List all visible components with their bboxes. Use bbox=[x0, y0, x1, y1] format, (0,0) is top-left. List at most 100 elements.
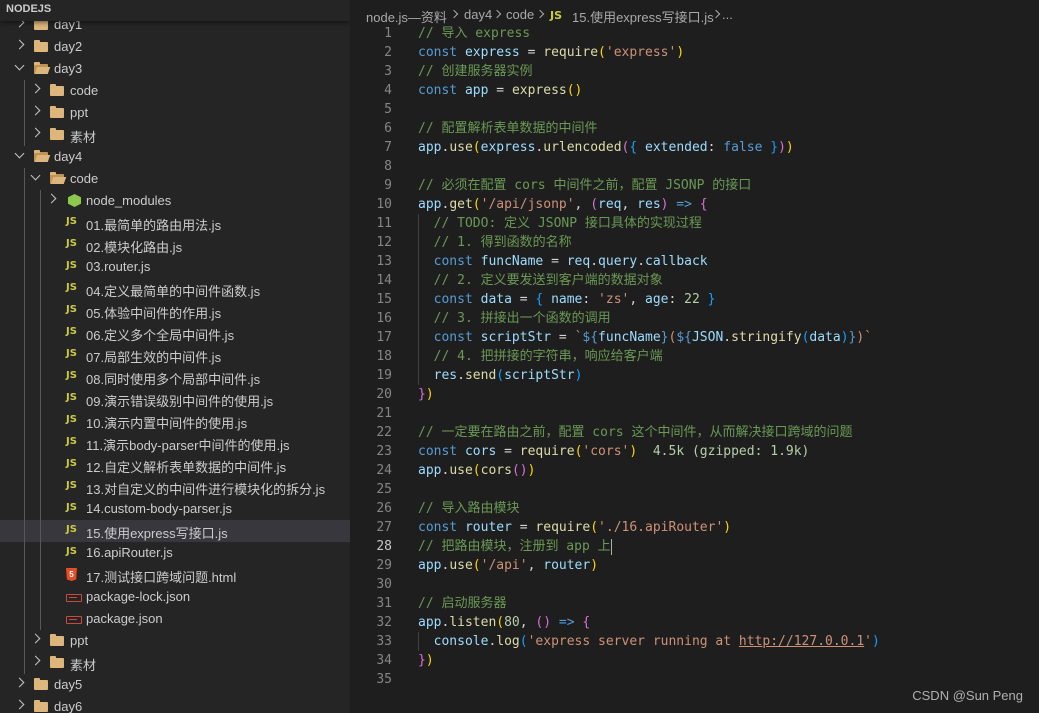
explorer-file[interactable]: JS 14.custom-body-parser.js bbox=[0, 498, 350, 520]
code-line[interactable]: 35 bbox=[350, 670, 1039, 689]
code-token: => bbox=[668, 197, 700, 212]
code-token: req bbox=[598, 197, 622, 212]
explorer-folder[interactable]: day3 bbox=[0, 58, 350, 80]
explorer-file[interactable]: JS 01.最简单的路由用法.js bbox=[0, 212, 350, 234]
folder-open-icon bbox=[34, 150, 48, 162]
code-line[interactable]: 31 // 启动服务器 bbox=[350, 594, 1039, 613]
code-token: app bbox=[418, 140, 442, 155]
js-file-icon: JS bbox=[66, 524, 77, 535]
code-token: require bbox=[519, 444, 575, 459]
breadcrumb-item[interactable]: day4 bbox=[464, 7, 492, 22]
code-token: )` bbox=[856, 330, 873, 345]
code-text: // 必须在配置 cors 中间件之前，配置 JSONP 的接口 bbox=[418, 176, 751, 195]
js-file-icon: JS bbox=[66, 348, 77, 359]
code-line[interactable]: 21 bbox=[350, 404, 1039, 423]
explorer-file[interactable]: package-lock.json bbox=[0, 586, 350, 608]
code-line[interactable]: 18 // 4. 把拼接的字符串，响应给客户端 bbox=[350, 347, 1039, 366]
explorer-file[interactable]: JS 02.模块化路由.js bbox=[0, 234, 350, 256]
explorer-folder[interactable]: ppt bbox=[0, 102, 350, 124]
code-line[interactable]: 15 const data = { name: 'zs', age: 22 } bbox=[350, 290, 1039, 309]
code-line[interactable]: 30 bbox=[350, 575, 1039, 594]
explorer-folder[interactable]: day5 bbox=[0, 674, 350, 696]
chevron-right-icon bbox=[14, 39, 25, 50]
code-line[interactable]: 22 // 一定要在路由之前，配置 cors 这个中间件，从而解决接口跨域的问题 bbox=[350, 423, 1039, 442]
code-line[interactable]: 27 const router = require('./16.apiRouter… bbox=[350, 518, 1039, 537]
code-line[interactable]: 28 // 把路由模块，注册到 app 上 bbox=[350, 537, 1039, 556]
code-line[interactable]: 4 const app = express() bbox=[350, 81, 1039, 100]
explorer-folder[interactable]: 素材 bbox=[0, 652, 350, 674]
explorer-file[interactable]: package.json bbox=[0, 608, 350, 630]
explorer-folder[interactable]: day4 bbox=[0, 146, 350, 168]
explorer-file[interactable]: JS 08.同时使用多个局部中间件.js bbox=[0, 366, 350, 388]
code-area[interactable]: 1// 导入 express 2 const express = require('… bbox=[350, 24, 1039, 689]
code-token: const bbox=[418, 330, 481, 345]
json-file-icon bbox=[66, 616, 82, 624]
code-token: cors bbox=[464, 444, 497, 459]
code-line[interactable]: 17 const scriptStr = `${funcName}(${JSON… bbox=[350, 328, 1039, 347]
explorer-folder[interactable]: node_modules bbox=[0, 190, 350, 212]
explorer-file[interactable]: JS 10.演示内置中间件的使用.js bbox=[0, 410, 350, 432]
breadcrumb-more[interactable]: ... bbox=[722, 7, 733, 22]
code-line[interactable]: 3 // 创建服务器实例 bbox=[350, 62, 1039, 81]
explorer-header[interactable]: NODEJS bbox=[0, 0, 350, 21]
code-line[interactable]: 8 bbox=[350, 157, 1039, 176]
explorer-folder[interactable]: day2 bbox=[0, 36, 350, 58]
explorer-folder[interactable]: day6 bbox=[0, 696, 350, 713]
code-line[interactable]: 32 app.listen(80, () => { bbox=[350, 613, 1039, 632]
code-line[interactable]: 5 bbox=[350, 100, 1039, 119]
explorer-folder[interactable]: code bbox=[0, 80, 350, 102]
explorer-file[interactable]: 5 17.测试接口跨域问题.html bbox=[0, 564, 350, 586]
explorer-file[interactable]: JS 09.演示错误级别中间件的使用.js bbox=[0, 388, 350, 410]
code-line[interactable]: 29 app.use('/api', router) bbox=[350, 556, 1039, 575]
code-line[interactable]: 13 const funcName = req.query.callback bbox=[350, 252, 1039, 271]
explorer-file[interactable]: JS 07.局部生效的中间件.js bbox=[0, 344, 350, 366]
explorer-file[interactable]: JS 16.apiRouter.js bbox=[0, 542, 350, 564]
explorer-file[interactable]: JS 11.演示body-parser中间件的使用.js bbox=[0, 432, 350, 454]
chevron-right-icon bbox=[492, 9, 502, 19]
explorer-folder[interactable]: code bbox=[0, 168, 350, 190]
code-line[interactable]: 6 // 配置解析表单数据的中间件 bbox=[350, 119, 1039, 138]
code-line[interactable]: 1 // 导入 express bbox=[350, 24, 1039, 43]
code-token: ( bbox=[496, 368, 505, 383]
code-token: use bbox=[449, 558, 473, 573]
code-token: extended bbox=[645, 140, 708, 155]
code-line[interactable]: 20}) bbox=[350, 385, 1039, 404]
code-token: scriptStr bbox=[480, 330, 552, 345]
code-token: './16.apiRouter' bbox=[598, 520, 724, 535]
code-line[interactable]: 2 const express = require('express') bbox=[350, 43, 1039, 62]
explorer-file[interactable]: JS 12.自定义解析表单数据的中间件.js bbox=[0, 454, 350, 476]
code-line[interactable]: 33 console.log('express server running a… bbox=[350, 632, 1039, 651]
code-line[interactable]: 14 // 2. 定义要发送到客户端的数据对象 bbox=[350, 271, 1039, 290]
explorer-folder[interactable]: 素材 bbox=[0, 124, 350, 146]
code-line[interactable]: 16 // 3. 拼接出一个函数的调用 bbox=[350, 309, 1039, 328]
explorer-file[interactable]: JS 13.对自定义的中间件进行模块化的拆分.js bbox=[0, 476, 350, 498]
breadcrumb-item[interactable]: code bbox=[506, 7, 534, 22]
code-line[interactable]: 24 app.use(cors()) bbox=[350, 461, 1039, 480]
explorer-folder[interactable]: ppt bbox=[0, 630, 350, 652]
code-token: () bbox=[511, 463, 528, 478]
code-text: // 配置解析表单数据的中间件 bbox=[418, 119, 597, 138]
code-line[interactable]: 9 // 必须在配置 cors 中间件之前，配置 JSONP 的接口 bbox=[350, 176, 1039, 195]
code-line[interactable]: 26 // 导入路由模块 bbox=[350, 499, 1039, 518]
code-text: const router = require('./16.apiRouter') bbox=[418, 518, 731, 537]
code-line[interactable]: 10 app.get('/api/jsonp', (req, res) => { bbox=[350, 195, 1039, 214]
code-line[interactable]: 12 // 1. 得到函数的名称 bbox=[350, 233, 1039, 252]
folder-icon bbox=[34, 18, 48, 30]
explorer-file[interactable]: JS 06.定义多个全局中间件.js bbox=[0, 322, 350, 344]
code-line[interactable]: 25 bbox=[350, 480, 1039, 499]
explorer-file[interactable]: JS 05.体验中间件的作用.js bbox=[0, 300, 350, 322]
explorer-file[interactable]: JS 15.使用express写接口.js bbox=[0, 520, 350, 542]
code-token: { bbox=[582, 615, 591, 630]
explorer-file[interactable]: JS 03.router.js bbox=[0, 256, 350, 278]
code-editor[interactable]: node.js—资料 day4 code JS 15.使用express写接口.… bbox=[350, 0, 1039, 713]
code-line[interactable]: 7 app.use(express.urlencoded({ extended: … bbox=[350, 138, 1039, 157]
tree-item-label: 03.router.js bbox=[86, 259, 151, 274]
code-line[interactable]: 11 // TODO: 定义 JSONP 接口具体的实现过程 bbox=[350, 214, 1039, 233]
breadcrumb: node.js—资料 day4 code JS 15.使用express写接口.… bbox=[350, 0, 1039, 27]
code-line[interactable]: 34}) bbox=[350, 651, 1039, 670]
code-token: => bbox=[551, 615, 583, 630]
explorer-file[interactable]: JS 04.定义最简单的中间件函数.js bbox=[0, 278, 350, 300]
code-line[interactable]: 19 res.send(scriptStr) bbox=[350, 366, 1039, 385]
code-text: const app = express() bbox=[418, 81, 582, 100]
code-line[interactable]: 23 const cors = require('cors') 4.5k (gzi… bbox=[350, 442, 1039, 461]
